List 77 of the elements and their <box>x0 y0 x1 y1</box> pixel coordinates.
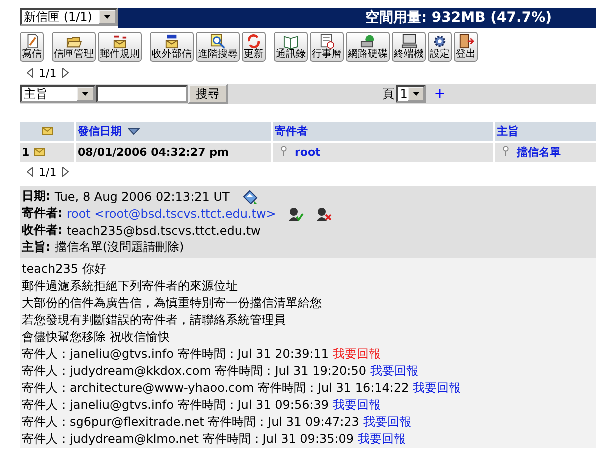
toolbar-button[interactable]: 郵件規則 <box>98 32 142 62</box>
header-label: 日期: <box>22 188 51 205</box>
blocked-sender-entry: 寄件人：judydream@klmo.net 寄件時間：Jul 31 09:35:09 <box>22 432 354 446</box>
caret-icon <box>412 92 420 96</box>
header-value: 擋信名單(沒問題請刪除) <box>54 239 184 256</box>
page-label: 頁 <box>382 86 394 102</box>
blocked-sender-entry: 寄件人：sg6pur@flexitrade.net 寄件時間：Jul 31 09:47:23 <box>22 415 360 429</box>
date-cell: 08/01/2006 04:32:27 pm <box>78 146 229 159</box>
message-text: 郵件過濾系統拒絕下列寄件者的來源位址 <box>22 278 239 295</box>
toolbar-button[interactable]: 寫信 <box>20 32 44 62</box>
pin-icon <box>503 146 509 156</box>
toolbar-button[interactable]: 行事曆 <box>310 32 344 62</box>
sender-link[interactable]: root <box>295 146 321 159</box>
blocked-sender-entry: 寄件人：judydream@kkdox.com 寄件時間：Jul 31 19:20:50 <box>22 364 366 378</box>
report-link[interactable]: 我要回報 <box>358 432 406 446</box>
toolbar-button[interactable]: 登出 <box>454 32 478 62</box>
search-button[interactable]: 搜尋 <box>188 84 228 104</box>
sender-address[interactable]: root <root@bsd.tscvs.ttct.edu.tw> <box>66 206 276 220</box>
message-text: 若您發現有判斷錯誤的寄件者，請聯絡系統管理員 <box>22 312 287 329</box>
column-header[interactable]: 發信日期 <box>75 122 272 142</box>
search-input[interactable] <box>96 85 188 103</box>
gear-icon <box>432 34 448 49</box>
caret-icon <box>82 92 89 96</box>
envelope-icon <box>34 148 44 156</box>
page-indicator: 1/1 <box>39 66 57 80</box>
message-text: teach235 你好 <box>22 261 108 278</box>
header-label: 收件者: <box>22 222 63 239</box>
page-indicator: 1/1 <box>39 166 57 178</box>
person-cross-icon <box>316 206 332 220</box>
header-value: teach235@bsd.tscvs.ttct.edu.tw <box>66 224 261 238</box>
toolbar-button[interactable]: 終端機 <box>392 32 426 62</box>
blocked-sender-entry: 寄件人：janeliu@gtvs.info 寄件時間：Jul 31 09:56:39 <box>22 398 330 412</box>
report-link[interactable]: 我要回報 <box>332 398 381 412</box>
page-select[interactable]: 1 <box>396 85 426 103</box>
toolbar-button[interactable]: 更新 <box>242 32 266 62</box>
report-link[interactable]: 我要回報 <box>413 381 462 395</box>
pin-icon <box>281 146 287 156</box>
toolbar-button[interactable]: 設定 <box>428 32 452 62</box>
report-link[interactable]: 我要回報 <box>370 364 418 378</box>
storage-usage-bar: 空間用量: 932MB (47.7%) <box>118 8 596 28</box>
toolbar-button[interactable]: 進階搜尋 <box>196 32 240 62</box>
row-number: 1 <box>22 146 30 159</box>
blocked-sender-entry: 寄件人：architecture@www-yhaoo.com 寄件時間：Jul 31 16:14:22 <box>22 381 410 395</box>
envelope-arrows-icon <box>112 34 128 49</box>
previous-arrow-icon <box>27 68 34 78</box>
caret-icon <box>104 15 111 19</box>
person-check-icon <box>288 206 304 220</box>
sort-arrow-icon <box>128 128 140 136</box>
header-label: 主旨: <box>22 239 51 256</box>
column-header[interactable]: 主旨 <box>494 122 596 142</box>
next-arrow-icon <box>62 68 69 78</box>
calendar-icon <box>319 34 335 49</box>
column-header[interactable]: 寄件者 <box>272 122 494 142</box>
previous-arrow-icon <box>27 167 34 177</box>
magnifier-icon <box>210 34 226 49</box>
toolbar-button[interactable]: 信匣管理 <box>52 32 96 62</box>
book-icon <box>283 34 299 49</box>
search-field-select[interactable]: 主旨 <box>20 85 96 103</box>
report-link[interactable]: 我要回報 <box>363 415 412 429</box>
envelope-icon <box>164 34 180 49</box>
toolbar-button[interactable]: 收外部信 <box>150 32 194 62</box>
next-arrow-icon <box>62 167 69 177</box>
envelope-icon <box>42 127 52 135</box>
header-value: Tue, 8 Aug 2006 02:13:21 UT <box>54 190 230 204</box>
toolbar-button[interactable]: 通訊錄 <box>274 32 308 62</box>
door-icon <box>458 34 474 49</box>
toolbar-button[interactable]: 網路硬碟 <box>346 32 390 62</box>
message-text: 會儘快幫您移除 祝收信愉快 <box>22 329 171 346</box>
add-link[interactable]: + <box>434 86 446 102</box>
terminal-icon <box>401 34 417 49</box>
folder-select[interactable]: 新信匣 (1/1) <box>20 8 118 26</box>
message-text: 大部份的信件為廣告信，為慎重特別寄一份擋信清單給您 <box>22 295 323 312</box>
header-label: 寄件者: <box>22 205 63 222</box>
refresh-icon <box>246 34 262 49</box>
save-icon <box>242 190 258 204</box>
blocked-sender-entry: 寄件人：janeliu@gtvs.info 寄件時間：Jul 31 20:39:11 <box>22 347 330 361</box>
report-link[interactable]: 我要回報 <box>332 347 381 361</box>
